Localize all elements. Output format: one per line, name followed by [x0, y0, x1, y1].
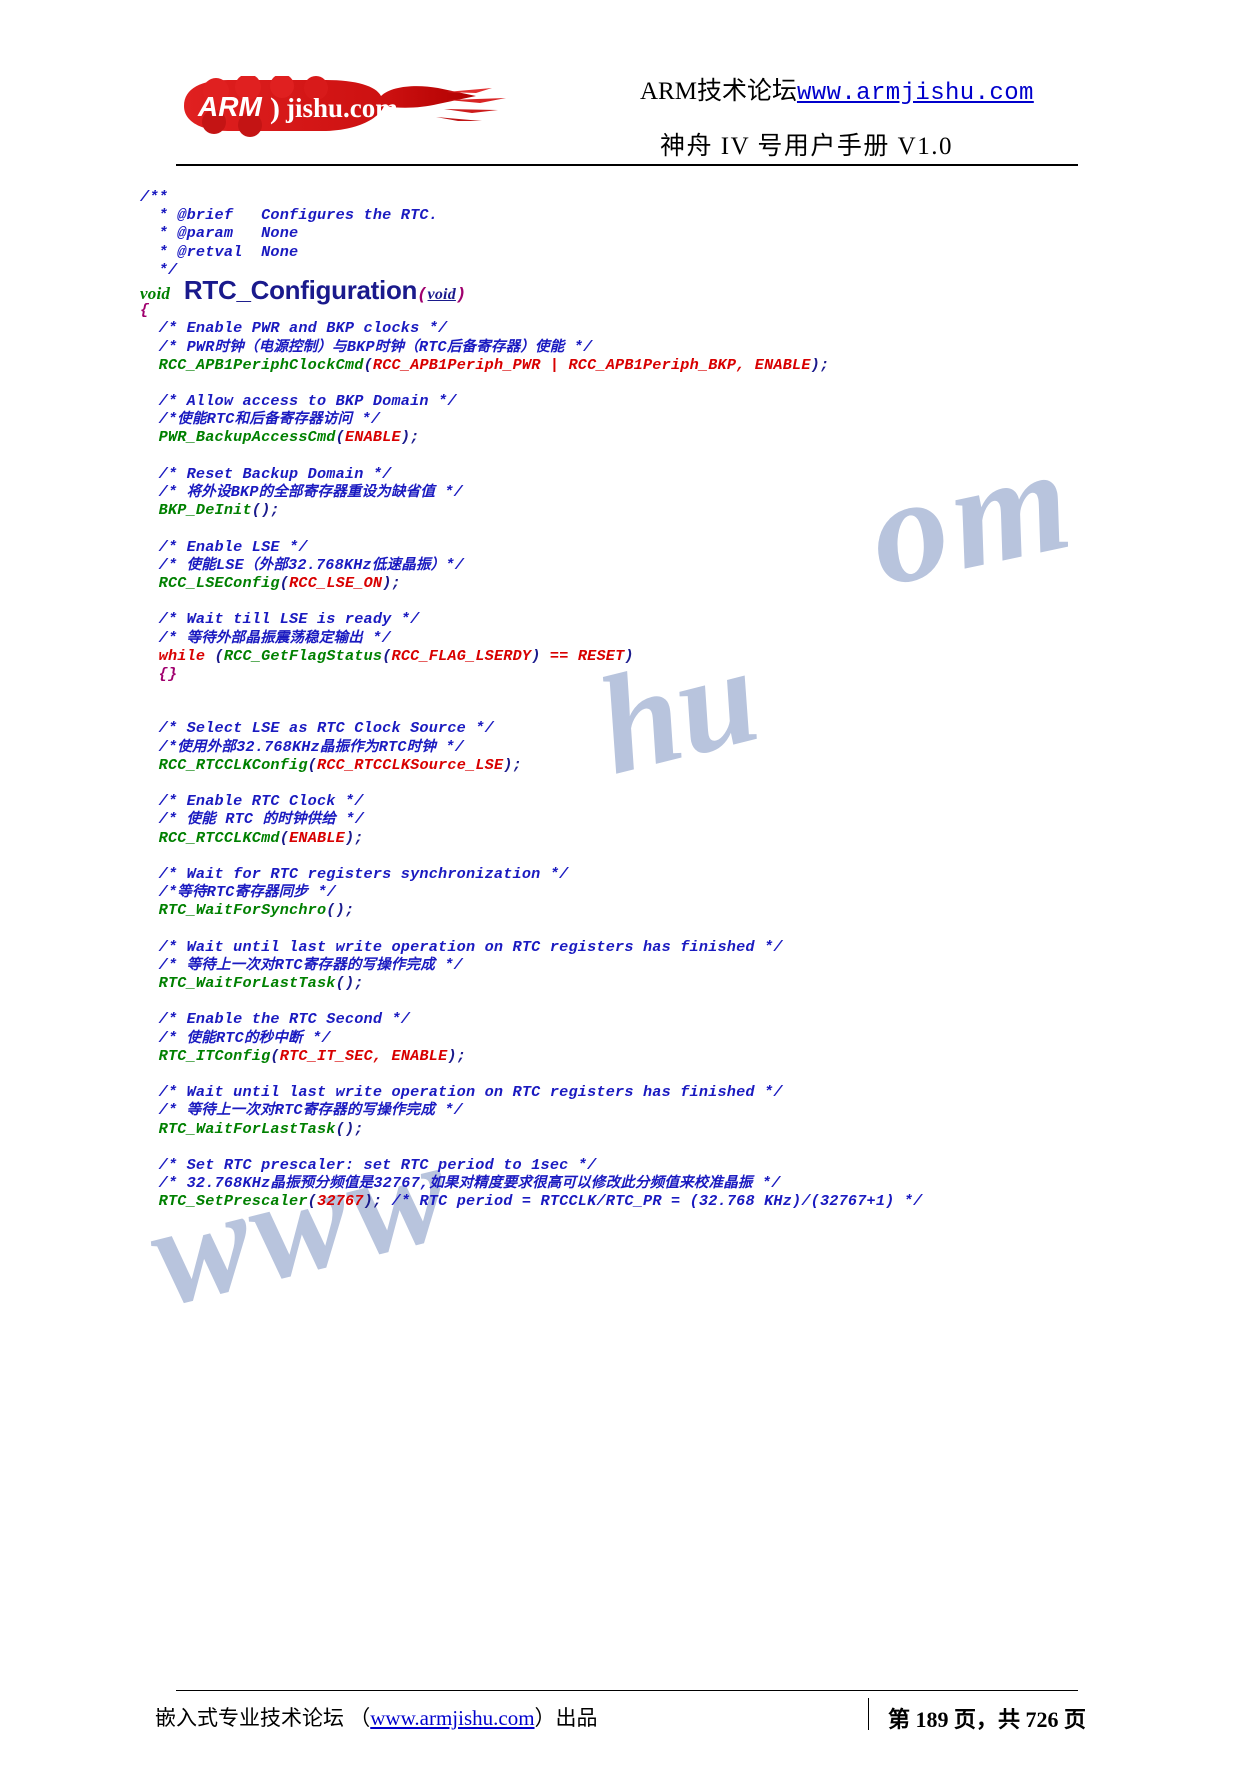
code-comment-line: /* Reset Backup Domain */ [140, 464, 392, 483]
header-doc-title: 神舟 IV 号用户手册 V1.0 [660, 133, 953, 160]
code-comment-line: /* 使能LSE（外部32.768KHz低速晶振）*/ [140, 555, 465, 574]
code-call-line: RTC_ITConfig(RTC_IT_SEC, ENABLE); [158, 1046, 467, 1065]
code-comment-line: /* 等待上一次对RTC寄存器的写操作完成 */ [140, 1101, 463, 1120]
code-comment-line: /*使用外部32.768KHz晶振作为RTC时钟 */ [140, 737, 465, 756]
code-call-line: RCC_LSEConfig(RCC_LSE_ON); [158, 573, 401, 592]
code-comment-line: /* Enable LSE */ [140, 537, 308, 556]
header-site-link[interactable]: www.armjishu.com [797, 80, 1034, 107]
header-forum-label: ARM技术论坛 [640, 78, 797, 105]
code-call-line: RTC_WaitForLastTask(); [158, 974, 364, 993]
code-comment-line: /*使能RTC和后备寄存器访问 */ [140, 410, 381, 429]
code-call-line: PWR_BackupAccessCmd(ENABLE); [158, 428, 420, 447]
code-comment-line: * @brief Configures the RTC. [140, 206, 439, 225]
svg-text:jishu.com: jishu.com [285, 93, 398, 123]
function-signature: void RTC_Configuration(void) [140, 274, 467, 305]
footer-credit-prefix: 嵌入式专业技术论坛 （ [155, 1706, 371, 1730]
code-listing: /** * @brief Configures the RTC. * @para… [140, 188, 1140, 1211]
page-footer: 嵌入式专业技术论坛 （www.armjishu.com）出品 第 189 页，共… [0, 1690, 1249, 1750]
code-comment-line: /** [140, 188, 168, 206]
code-brace-line: {} [140, 664, 178, 683]
code-comment-line: /* 使能RTC的秒中断 */ [140, 1028, 331, 1047]
code-comment-line: /* 使能 RTC 的时钟供给 */ [140, 810, 365, 829]
code-comment-line: /* Allow access to BKP Domain */ [140, 392, 457, 411]
footer-credit-suffix: ）出品 [534, 1706, 598, 1730]
code-comment-line: /*等待RTC寄存器同步 */ [140, 883, 337, 902]
code-comment-line: /* 将外设BKP的全部寄存器重设为缺省值 */ [140, 483, 463, 501]
code-comment-line: /* Enable the RTC Second */ [140, 1010, 411, 1029]
code-comment-line: /* PWR时钟（电源控制）与BKP时钟（RTC后备寄存器）使能 */ [140, 337, 593, 356]
armjishu-logo: ARM ) jishu.com [176, 76, 526, 138]
footer-credit: 嵌入式专业技术论坛 （www.armjishu.com）出品 [155, 1702, 598, 1732]
code-call-line: BKP_DeInit(); [158, 501, 280, 520]
code-comment-line: /* Set RTC prescaler: set RTC period to … [140, 1155, 597, 1174]
code-comment-line: * @param None [140, 224, 299, 243]
code-comment-line: /* Enable PWR and BKP clocks */ [140, 319, 448, 338]
footer-separator [868, 1698, 869, 1730]
footer-page-number: 第 189 页，共 726 页 [888, 1707, 1087, 1732]
footer-divider [176, 1690, 1078, 1691]
header-titles: ARM技术论坛www.armjishu.com 神舟 IV 号用户手册 V1.0 [640, 76, 1110, 162]
document-page: om hu www ARM) jishu.com ARM技术论坛www.arm… [0, 0, 1249, 1767]
code-comment-line: /* Select LSE as RTC Clock Source */ [140, 719, 494, 738]
code-comment-line: /* Wait for RTC registers synchronizatio… [140, 864, 569, 883]
code-comment-line: /* Wait until last write operation on RT… [140, 1083, 783, 1102]
header-divider [176, 164, 1078, 166]
header-forum-line: ARM技术论坛www.armjishu.com [640, 76, 1110, 109]
svg-text:): ) [270, 92, 280, 125]
footer-site-link[interactable]: www.armjishu.com [370, 1706, 534, 1730]
code-prescaler-line: RTC_SetPrescaler(32767); /* RTC period =… [158, 1192, 923, 1211]
code-while-line: while (RCC_GetFlagStatus(RCC_FLAG_LSERDY… [158, 646, 634, 665]
code-comment-line: * @retval None [140, 242, 299, 261]
code-comment-line: /* 等待外部晶振震荡稳定输出 */ [140, 628, 391, 647]
code-comment-line: /* Wait till LSE is ready */ [140, 610, 420, 629]
code-call-line: RTC_WaitForSynchro(); [158, 901, 355, 920]
code-call-line: RCC_APB1PeriphClockCmd(RCC_APB1Periph_PW… [158, 355, 830, 374]
svg-text:ARM: ARM [197, 91, 262, 122]
code-comment-line: /* 等待上一次对RTC寄存器的写操作完成 */ [140, 955, 463, 974]
code-comment-line: /* Enable RTC Clock */ [140, 792, 364, 811]
code-comment-line: /* Wait until last write operation on RT… [140, 937, 783, 956]
code-call-line: RTC_WaitForLastTask(); [158, 1119, 364, 1138]
code-call-line: RCC_RTCCLKCmd(ENABLE); [158, 828, 364, 847]
code-call-line: RCC_RTCCLKConfig(RCC_RTCCLKSource_LSE); [158, 755, 522, 774]
code-comment-line: /* 32.768KHz晶振预分频值是32767,如果对精度要求很高可以修改此分… [140, 1174, 781, 1193]
page-header: ARM ) jishu.com ARM技术论坛www.armjishu.com … [0, 0, 1249, 180]
